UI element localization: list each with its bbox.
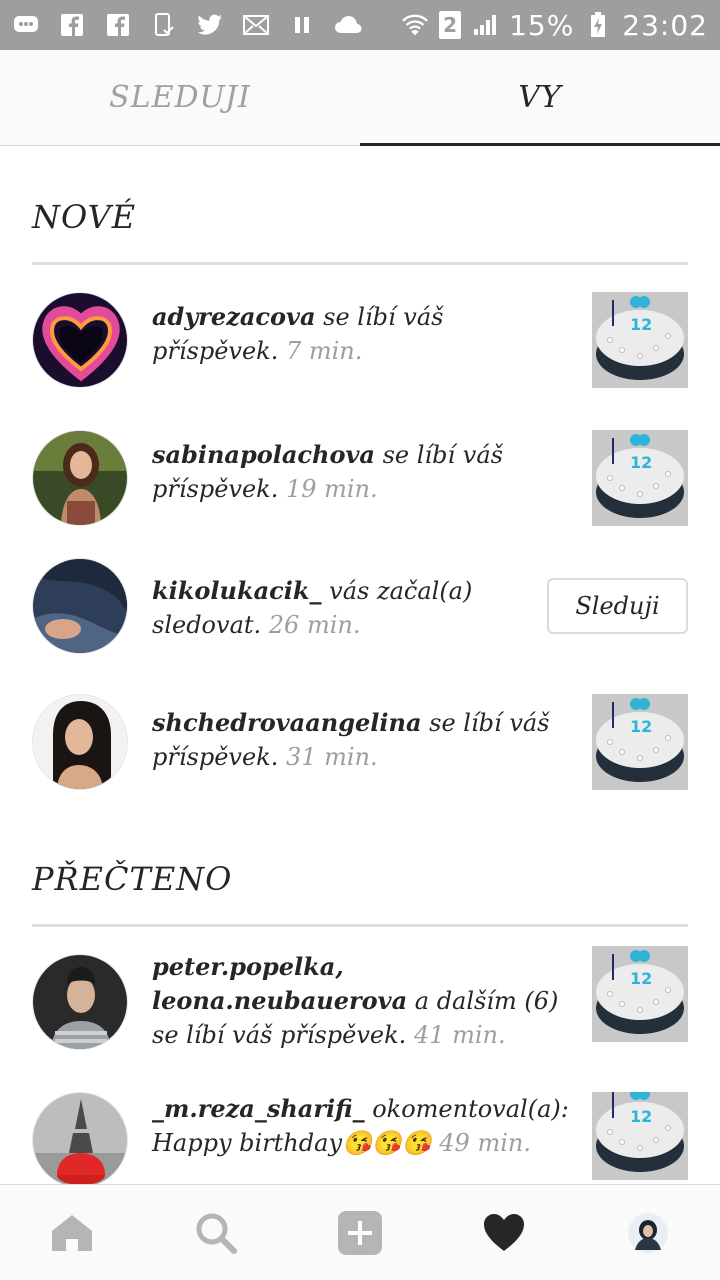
avatar[interactable]	[32, 292, 128, 388]
tab-you[interactable]: VY	[360, 50, 720, 146]
timestamp: 31 min.	[278, 743, 378, 771]
following-button[interactable]: Sleduji	[547, 578, 688, 634]
bottom-navigation	[0, 1184, 720, 1280]
post-thumbnail[interactable]: 12	[592, 946, 688, 1042]
notification-row[interactable]: kikolukacik_ vás začal(a) sledovat. 26 m…	[32, 558, 688, 654]
timestamp: 19 min.	[278, 475, 378, 503]
add-icon[interactable]	[330, 1203, 390, 1263]
status-bar: 2 15% 23:02	[0, 0, 720, 50]
profile-icon[interactable]	[618, 1203, 678, 1263]
notification-row[interactable]: peter.popelka, leona.neubauerova a další…	[32, 946, 688, 1064]
facebook-icon	[104, 13, 132, 37]
username[interactable]: shchedrovaangelina	[152, 708, 422, 737]
username[interactable]: sabinapolachova	[152, 440, 375, 469]
phone-check-icon	[150, 13, 178, 37]
svg-text:12: 12	[630, 717, 652, 736]
svg-text:12: 12	[630, 969, 652, 988]
avatar[interactable]	[32, 694, 128, 790]
heart-icon[interactable]	[474, 1203, 534, 1263]
battery-charging-icon	[584, 12, 612, 37]
notification-text: peter.popelka, leona.neubauerova a další…	[152, 950, 572, 1052]
mail-icon	[242, 13, 270, 37]
notification-text: adyrezacova se líbí váš příspěvek. 7 min…	[152, 300, 572, 368]
search-icon[interactable]	[186, 1203, 246, 1263]
tab-following[interactable]: SLEDUJI	[0, 50, 360, 145]
post-thumbnail[interactable]: 12	[592, 430, 688, 526]
pause-icon	[288, 13, 316, 37]
twitter-icon	[196, 13, 224, 37]
username[interactable]: adyrezacova	[152, 302, 316, 331]
sim-icon: 2	[439, 11, 462, 39]
notification-text: kikolukacik_ vás začal(a) sledovat. 26 m…	[152, 574, 572, 642]
signal-icon	[471, 13, 499, 37]
notification-row[interactable]: shchedrovaangelina se líbí váš příspěvek…	[32, 694, 688, 790]
notification-row[interactable]: adyrezacova se líbí váš příspěvek. 7 min…	[32, 292, 688, 388]
notification-text: shchedrovaangelina se líbí váš příspěvek…	[152, 706, 592, 774]
svg-text:12: 12	[630, 315, 652, 334]
notification-row[interactable]: _m.reza_sharifi_ okomentoval(a): Happy b…	[32, 1092, 688, 1184]
timestamp: 41 min.	[406, 1021, 506, 1049]
post-thumbnail[interactable]: 12	[592, 292, 688, 388]
section-divider	[32, 924, 688, 927]
post-thumbnail[interactable]: 12	[592, 1092, 688, 1180]
avatar[interactable]	[32, 558, 128, 654]
wifi-icon	[401, 13, 429, 37]
notification-text: _m.reza_sharifi_ okomentoval(a): Happy b…	[152, 1092, 572, 1160]
chat-icon	[12, 13, 40, 37]
battery-percent: 15%	[509, 8, 575, 42]
clock: 23:02	[622, 8, 708, 42]
username[interactable]: kikolukacik_	[152, 576, 322, 605]
tab-following-label: SLEDUJI	[109, 80, 251, 115]
avatar[interactable]	[32, 430, 128, 526]
section-title-read: PŘEČTENO	[32, 860, 233, 898]
cloud-icon	[334, 13, 362, 37]
svg-text:12: 12	[630, 453, 652, 472]
timestamp: 49 min.	[431, 1129, 531, 1157]
section-title-new: NOVÉ	[32, 198, 137, 236]
svg-text:12: 12	[630, 1107, 652, 1126]
avatar[interactable]	[32, 954, 128, 1050]
post-thumbnail[interactable]: 12	[592, 694, 688, 790]
username[interactable]: peter.popelka, leona.neubauerova	[152, 952, 407, 1015]
username[interactable]: _m.reza_sharifi_	[152, 1094, 365, 1123]
section-divider	[32, 262, 688, 265]
tab-you-label: VY	[518, 80, 562, 115]
notification-row[interactable]: sabinapolachova se líbí váš příspěvek. 1…	[32, 430, 688, 526]
activity-tabs: SLEDUJI VY	[0, 50, 720, 146]
timestamp: 7 min.	[278, 337, 363, 365]
notification-text: sabinapolachova se líbí váš příspěvek. 1…	[152, 438, 572, 506]
facebook-icon	[58, 13, 86, 37]
home-icon[interactable]	[42, 1203, 102, 1263]
timestamp: 26 min.	[261, 611, 361, 639]
avatar[interactable]	[32, 1092, 128, 1184]
